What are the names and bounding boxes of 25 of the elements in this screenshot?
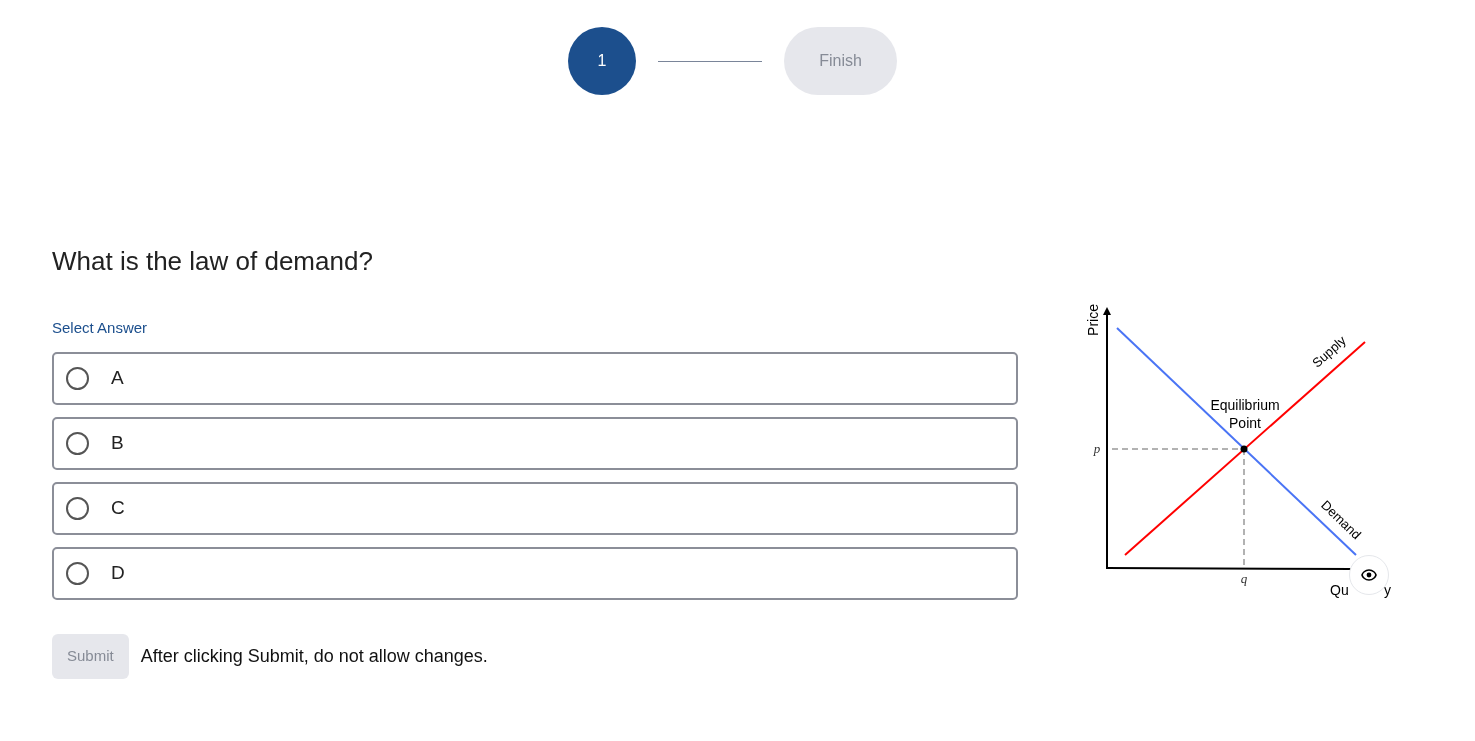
option-label: B: [111, 430, 124, 455]
quantity-marker: q: [1240, 571, 1248, 586]
eye-icon: [1361, 569, 1377, 581]
answer-option[interactable]: D: [52, 546, 1018, 600]
submit-note: After clicking Submit, do not allow changes.: [140, 644, 488, 668]
radio-button[interactable]: [66, 366, 89, 390]
answer-option[interactable]: C: [52, 481, 1018, 535]
point-label: Equilibrium: [1210, 397, 1280, 413]
radio-button[interactable]: [66, 431, 89, 455]
axis-label: y: [1384, 582, 1391, 598]
answer-option[interactable]: B: [52, 416, 1018, 470]
select-answer-label: Select Answer: [52, 318, 149, 338]
axis-label: Qu: [1330, 582, 1349, 598]
point-label: Point: [1229, 415, 1261, 431]
question-text: What is the law of demand?: [52, 245, 374, 277]
option-label: A: [111, 365, 124, 390]
option-label: D: [111, 560, 125, 585]
radio-button[interactable]: [66, 496, 89, 520]
price-marker: p: [1093, 441, 1101, 456]
answer-option[interactable]: A: [52, 351, 1018, 405]
equilibrium-dot: [1240, 445, 1248, 453]
radio-button[interactable]: [66, 561, 89, 585]
option-label: C: [111, 495, 125, 520]
axis-label: Price: [1085, 304, 1101, 336]
step[interactable]: 1: [568, 27, 636, 95]
